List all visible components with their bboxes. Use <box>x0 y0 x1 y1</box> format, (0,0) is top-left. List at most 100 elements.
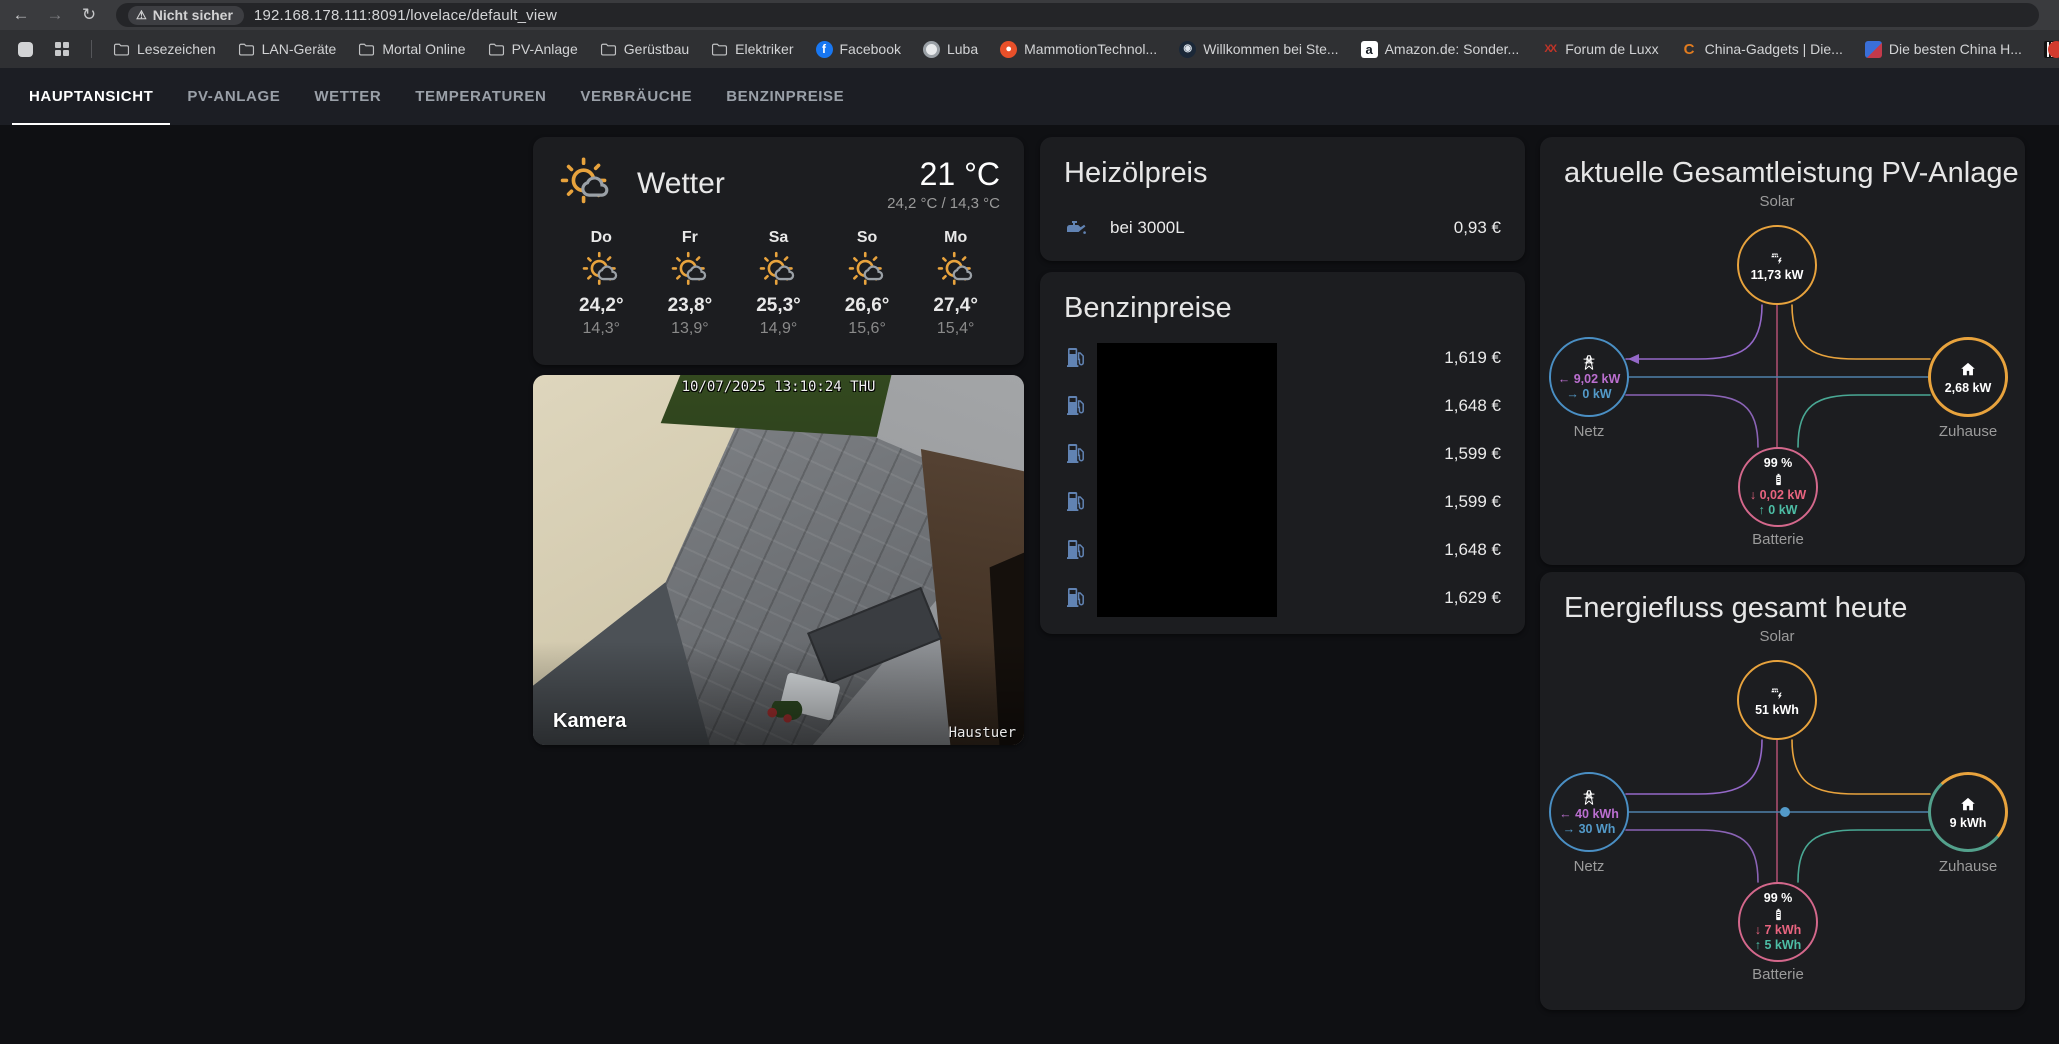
gas-pump-icon <box>1064 586 1088 610</box>
camera-card[interactable]: 10/07/2025 13:10:24 THU Kamera Haustuer <box>533 375 1024 745</box>
security-badge[interactable]: ⚠ Nicht sicher <box>128 6 244 25</box>
gas-pump-icon <box>1064 346 1088 370</box>
grid-label: Netz <box>1540 858 1638 875</box>
folder-icon <box>113 41 130 58</box>
flow-dot-grid-to-home <box>1780 807 1790 817</box>
folder-icon <box>488 41 505 58</box>
oil-price-row[interactable]: bei 3000L 0,93 € <box>1064 204 1501 252</box>
bookmark-folder[interactable]: Elektriker <box>702 38 802 61</box>
oil-price: 0,93 € <box>1454 218 1501 238</box>
camera-timestamp: 10/07/2025 13:10:24 THU <box>533 379 1024 395</box>
grid-node[interactable]: ← 9,02 kW → 0 kW <box>1549 337 1629 417</box>
sun-cloud-icon <box>757 250 799 292</box>
battery-charge-value: ↓ 0,02 kW <box>1750 488 1806 503</box>
weather-card[interactable]: Wetter 21 °C 24,2 °C / 14,3 °C Do 24,2° … <box>533 137 1024 365</box>
oil-row-label: bei 3000L <box>1110 218 1185 238</box>
solar-power-icon <box>1767 248 1787 268</box>
card-title: Benzinpreise <box>1064 292 1501 325</box>
folder-icon <box>238 41 255 58</box>
flow-arrow-to-grid <box>1628 354 1639 364</box>
oil-can-icon <box>1064 216 1088 240</box>
forecast-row: Do 24,2° 14,3° Fr 23,8° 13,9° Sa 25,3° 1… <box>557 229 1000 338</box>
steam-icon: ◉ <box>1179 41 1196 58</box>
reload-icon[interactable]: ↻ <box>76 2 102 28</box>
url-text: 192.168.178.111:8091/lovelace/default_vi… <box>254 7 557 24</box>
battery-soc: 99 % <box>1764 891 1793 906</box>
sun-cloud-icon <box>557 155 615 213</box>
battery-label: Batterie <box>1698 531 1858 548</box>
current-temperature: 21 °C <box>887 156 1000 193</box>
solar-node[interactable]: 11,73 kW <box>1737 225 1817 305</box>
battery-icon <box>1770 471 1787 488</box>
bookmark-folder[interactable]: Gerüstbau <box>591 38 698 61</box>
folder-icon <box>711 41 728 58</box>
grid-export-value: ← 40 kWh <box>1559 807 1619 822</box>
tab-hauptansicht[interactable]: HAUPTANSICHT <box>12 68 170 125</box>
forecast-day: Mo 27,4° 15,4° <box>911 229 1000 338</box>
back-icon[interactable]: ← <box>8 2 34 28</box>
fuel-prices-card: Benzinpreise 1,619 € 1,648 € 1,599 € 1,5… <box>1040 272 1525 634</box>
forecast-day: Fr 23,8° 13,9° <box>646 229 735 338</box>
battery-icon <box>1770 906 1787 923</box>
bookmark-item[interactable]: Luba <box>914 38 987 61</box>
bookmark-folder[interactable]: PV-Anlage <box>479 38 587 61</box>
tab-pv-anlage[interactable]: PV-ANLAGE <box>170 68 297 125</box>
redacted-station-names <box>1097 343 1277 617</box>
sun-cloud-icon <box>846 250 888 292</box>
side-panel-icon[interactable] <box>18 42 33 57</box>
battery-node[interactable]: 99 % ↓ 7 kWh ↑ 5 kWh <box>1738 882 1818 962</box>
home-value: 9 kWh <box>1950 816 1987 831</box>
bookmark-item[interactable]: XX Forum de Luxx <box>1532 38 1667 61</box>
fuel-price: 1,648 € <box>1444 540 1501 560</box>
sun-cloud-icon <box>935 250 977 292</box>
grid-node[interactable]: ← 40 kWh → 30 Wh <box>1549 772 1629 852</box>
sun-cloud-icon <box>669 250 711 292</box>
bookmark-item[interactable]: C China-Gadgets | Die... <box>1672 38 1852 61</box>
battery-label: Batterie <box>1698 966 1858 983</box>
home-node[interactable]: 9 kWh <box>1928 772 2008 852</box>
battery-charge-value: ↓ 7 kWh <box>1755 923 1802 938</box>
bookmark-item[interactable]: Die besten China H... <box>1856 38 2031 61</box>
forecast-day: Sa 25,3° 14,9° <box>734 229 823 338</box>
card-title: Heizölpreis <box>1064 157 1501 190</box>
bookmark-folder[interactable]: Mortal Online <box>349 38 474 61</box>
bookmark-item[interactable]: f Facebook <box>807 38 910 61</box>
fuel-price: 1,648 € <box>1444 396 1501 416</box>
fuel-price: 1,619 € <box>1444 348 1501 368</box>
forecast-day: So 26,6° 15,6° <box>823 229 912 338</box>
forum-de-luxx-icon: XX <box>1541 41 1558 58</box>
warning-icon: ⚠ <box>136 8 147 22</box>
tab-wetter[interactable]: WETTER <box>297 68 398 125</box>
bookmark-favicon-partial[interactable] <box>2048 41 2059 58</box>
tab-verbraeuche[interactable]: VERBRÄUCHE <box>563 68 709 125</box>
address-bar[interactable]: ⚠ Nicht sicher 192.168.178.111:8091/love… <box>116 3 2039 27</box>
gas-pump-icon <box>1064 442 1088 466</box>
gas-pump-icon <box>1064 490 1088 514</box>
bookmark-folder[interactable]: LAN-Geräte <box>229 38 346 61</box>
bookmark-folder[interactable]: Lesezeichen <box>104 38 225 61</box>
bookmark-item[interactable]: a Amazon.de: Sonder... <box>1352 38 1529 61</box>
solar-node[interactable]: 51 kWh <box>1737 660 1817 740</box>
bookmark-item[interactable]: ◉ Willkommen bei Ste... <box>1170 38 1347 61</box>
facebook-icon: f <box>816 41 833 58</box>
battery-node[interactable]: 99 % ↓ 0,02 kW ↑ 0 kW <box>1738 447 1818 527</box>
grid-import-value: → 30 Wh <box>1563 822 1616 837</box>
transmission-tower-icon <box>1579 352 1599 372</box>
security-label: Nicht sicher <box>153 7 233 23</box>
forward-icon[interactable]: → <box>42 2 68 28</box>
home-node[interactable]: 2,68 kW <box>1928 337 2008 417</box>
tab-benzinpreise[interactable]: BENZINPREISE <box>709 68 861 125</box>
camera-label: Kamera <box>553 710 626 733</box>
tab-temperaturen[interactable]: TEMPERATUREN <box>398 68 563 125</box>
battery-discharge-value: ↑ 0 kW <box>1759 503 1798 518</box>
grid-export-value: ← 9,02 kW <box>1558 372 1621 387</box>
home-value: 2,68 kW <box>1945 381 1992 396</box>
solar-power-icon <box>1767 683 1787 703</box>
battery-discharge-value: ↑ 5 kWh <box>1755 938 1802 953</box>
home-icon <box>1957 359 1979 381</box>
gas-pump-icon <box>1064 538 1088 562</box>
apps-grid-icon[interactable] <box>55 42 69 56</box>
folder-icon <box>600 41 617 58</box>
heating-oil-card: Heizölpreis bei 3000L 0,93 € <box>1040 137 1525 261</box>
bookmark-item[interactable]: ● MammotionTechnol... <box>991 38 1166 61</box>
